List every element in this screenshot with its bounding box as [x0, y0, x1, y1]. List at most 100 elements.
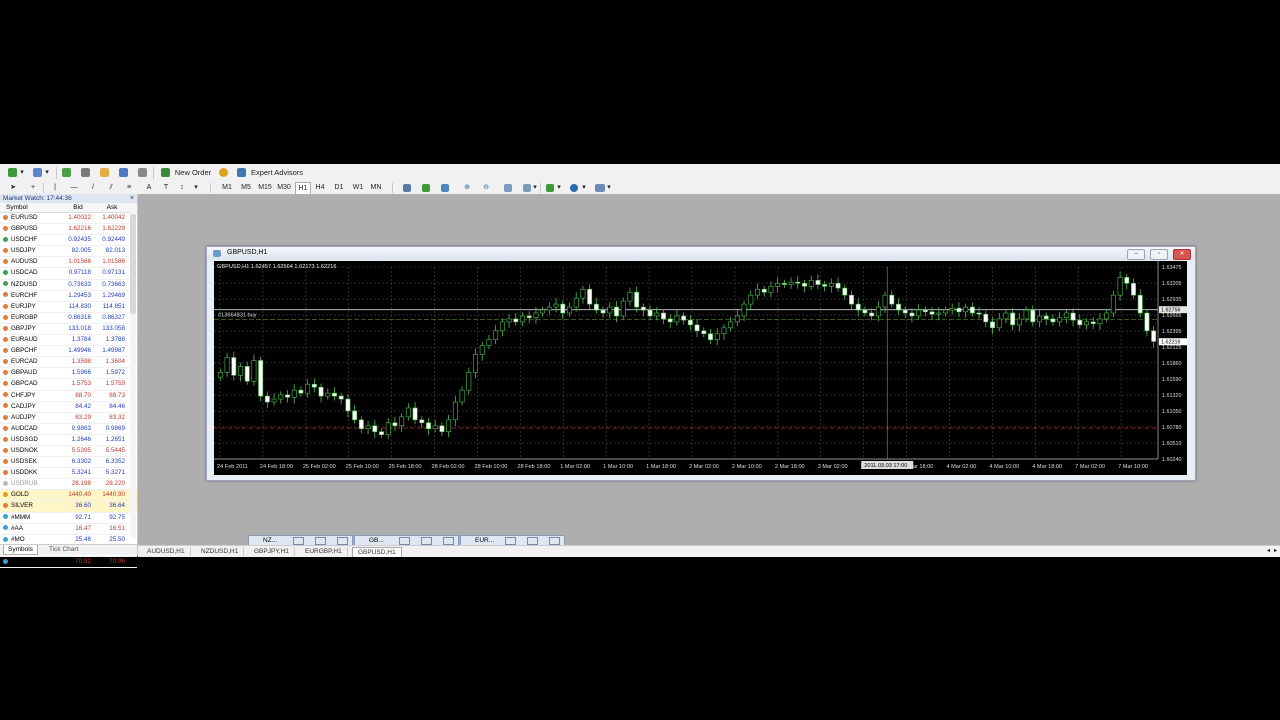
close-button[interactable]: ✕	[1173, 249, 1191, 260]
bar-chart-icon[interactable]	[403, 184, 411, 192]
scrollbar[interactable]	[130, 212, 136, 538]
crosshair-icon[interactable]: +	[29, 182, 37, 194]
quote-row[interactable]: EURGBP 0.86316 0.86327	[0, 313, 137, 324]
tester-icon[interactable]	[138, 168, 147, 177]
arrows-icon[interactable]: ↕	[178, 182, 186, 194]
tab-scroll-left-icon[interactable]: ◂	[1267, 547, 1270, 554]
indicators-dropdown-icon[interactable]: ▾	[556, 182, 562, 194]
templates-icon[interactable]	[595, 184, 605, 192]
quote-row[interactable]: #BA 70.92 70.96	[0, 557, 137, 568]
quote-row[interactable]: CADJPY 84.42 84.46	[0, 402, 137, 413]
new-order-button[interactable]: New Order	[173, 167, 213, 179]
quote-row[interactable]: EURUSD 1.40022 1.40042	[0, 213, 137, 225]
quote-row[interactable]: GBPJPY 133.018 133.058	[0, 324, 137, 336]
autoscroll-icon[interactable]	[504, 184, 512, 192]
channel-icon[interactable]: ⫽	[107, 182, 115, 194]
quote-row[interactable]: USDRUB 28.198 28.220	[0, 479, 137, 491]
arrows-dropdown-icon[interactable]: ▾	[192, 182, 200, 194]
scrollbar-thumb[interactable]	[130, 214, 136, 314]
restore-icon[interactable]	[505, 537, 516, 545]
quote-row[interactable]: EURJPY 114.830 114.851	[0, 302, 137, 313]
expert-advisors-button[interactable]: Expert Advisors	[249, 167, 305, 179]
maximize-icon[interactable]	[527, 537, 538, 545]
quote-row[interactable]: USDCHF 0.92435 0.92449	[0, 235, 137, 247]
column-header-symbol[interactable]: Symbol	[0, 203, 62, 212]
metaeditor-icon[interactable]	[219, 168, 228, 177]
tf-M5[interactable]: M5	[239, 182, 253, 194]
quote-row[interactable]: AUDJPY 83.29 83.32	[0, 413, 137, 424]
tf-H4[interactable]: H4	[313, 182, 327, 194]
tf-M15[interactable]: M15	[257, 182, 273, 194]
vertical-line-icon[interactable]: |	[51, 182, 59, 194]
candlestick-icon[interactable]	[422, 184, 430, 192]
indicators-icon[interactable]	[546, 184, 554, 192]
close-icon[interactable]: ×	[130, 194, 134, 203]
maximize-button[interactable]: ▫	[1150, 249, 1168, 260]
chart-shift-icon[interactable]	[523, 184, 531, 192]
chart-shift-dropdown-icon[interactable]: ▾	[532, 182, 538, 194]
tf-M30[interactable]: M30	[276, 182, 292, 194]
tf-D1[interactable]: D1	[332, 182, 346, 194]
maximize-icon[interactable]	[315, 537, 326, 545]
text-icon[interactable]: A	[145, 182, 153, 194]
quote-row[interactable]: AUDCAD 0.9863 0.9869	[0, 424, 137, 435]
chart-tab-gbpjpy[interactable]: GBPJPY,H1	[249, 547, 295, 556]
chart-tab-eurgbp[interactable]: EURGBP,H1	[300, 547, 348, 556]
price-chart[interactable]: 1.63475 1.63205 1.62935 1.62665 1.62395 1.621…	[214, 261, 1187, 475]
templates-dropdown-icon[interactable]: ▾	[606, 182, 612, 194]
periods-dropdown-icon[interactable]: ▾	[581, 182, 587, 194]
chart-tab-nzdusd[interactable]: NZDUSD,H1	[196, 547, 245, 556]
close-icon[interactable]	[443, 537, 454, 545]
new-chart-dropdown-icon[interactable]: ▾	[19, 167, 25, 179]
trendline-icon[interactable]: /	[89, 182, 97, 194]
chart-tab-gbpusd[interactable]: GBPUSD,H1	[352, 547, 402, 557]
text-label-icon[interactable]: T	[162, 182, 170, 194]
quote-row[interactable]: USDNOK 5.5395 5.5445	[0, 446, 137, 458]
quote-row[interactable]: USDJPY 82.005 82.013	[0, 246, 137, 258]
terminal-icon[interactable]	[119, 168, 128, 177]
zoom-in-icon[interactable]: ⊕	[462, 182, 472, 194]
tab-scroll-right-icon[interactable]: ▸	[1274, 547, 1277, 554]
quote-row[interactable]: #MMM 92.71 92.75	[0, 513, 137, 524]
horizontal-line-icon[interactable]: —	[70, 182, 78, 194]
line-chart-icon[interactable]	[441, 184, 449, 192]
quote-row[interactable]: GBPCAD 1.5753 1.5759	[0, 379, 137, 391]
expert-advisors-icon[interactable]	[237, 168, 246, 177]
quote-row[interactable]: EURAUD 1.3784 1.3788	[0, 335, 137, 347]
quote-row[interactable]: GBPCHF 1.49946 1.49987	[0, 346, 137, 358]
quote-row[interactable]: USDDKK 5.3241 5.3271	[0, 468, 137, 480]
quote-row[interactable]: SILVER 36.60 36.64	[0, 501, 137, 513]
market-watch-icon[interactable]	[62, 168, 71, 177]
new-chart-icon[interactable]	[8, 168, 17, 177]
profiles-dropdown-icon[interactable]: ▾	[44, 167, 50, 179]
tab-symbols[interactable]: Symbols	[3, 545, 38, 555]
quote-row[interactable]: USDSGD 1.2646 1.2651	[0, 435, 137, 446]
tab-tick-chart[interactable]: Tick Chart	[45, 545, 82, 554]
minimize-button[interactable]: ‒	[1127, 249, 1145, 260]
column-header-bid[interactable]: Bid	[62, 203, 96, 212]
restore-icon[interactable]	[399, 537, 410, 545]
periods-icon[interactable]	[570, 184, 578, 192]
cursor-icon[interactable]: ➤	[9, 182, 17, 194]
quote-row[interactable]: EURCAD 1.3598 1.3604	[0, 357, 137, 369]
quote-row[interactable]: EURCHF 1.29453 1.29469	[0, 291, 137, 302]
tf-M1[interactable]: M1	[220, 182, 234, 194]
quote-row[interactable]: #AA 16.47 16.51	[0, 524, 137, 535]
quote-row[interactable]: USDCAD 0.97118 0.97131	[0, 268, 137, 280]
quote-row[interactable]: USDSEK 6.3302 6.3352	[0, 457, 137, 469]
quote-row[interactable]: AUDUSD 1.01566 1.01586	[0, 257, 137, 269]
zoom-out-icon[interactable]: ⊖	[481, 182, 491, 194]
quote-row[interactable]: CHFJPY 88.70 88.73	[0, 391, 137, 402]
close-icon[interactable]	[549, 537, 560, 545]
tf-W1[interactable]: W1	[351, 182, 365, 194]
chart-tab-audusd[interactable]: AUDUSD,H1	[142, 547, 191, 556]
fibonacci-icon[interactable]: ≡	[125, 182, 133, 194]
new-order-icon[interactable]	[161, 168, 170, 177]
maximize-icon[interactable]	[421, 537, 432, 545]
quote-row[interactable]: GOLD 1440.40 1440.90	[0, 490, 137, 502]
tf-MN[interactable]: MN	[369, 182, 383, 194]
folder-icon[interactable]	[100, 168, 109, 177]
restore-icon[interactable]	[293, 537, 304, 545]
quote-row[interactable]: NZDUSD 0.73633 0.73663	[0, 280, 137, 291]
chart-window-titlebar[interactable]: GBPUSD,H1 ‒ ▫ ✕	[207, 247, 1195, 260]
